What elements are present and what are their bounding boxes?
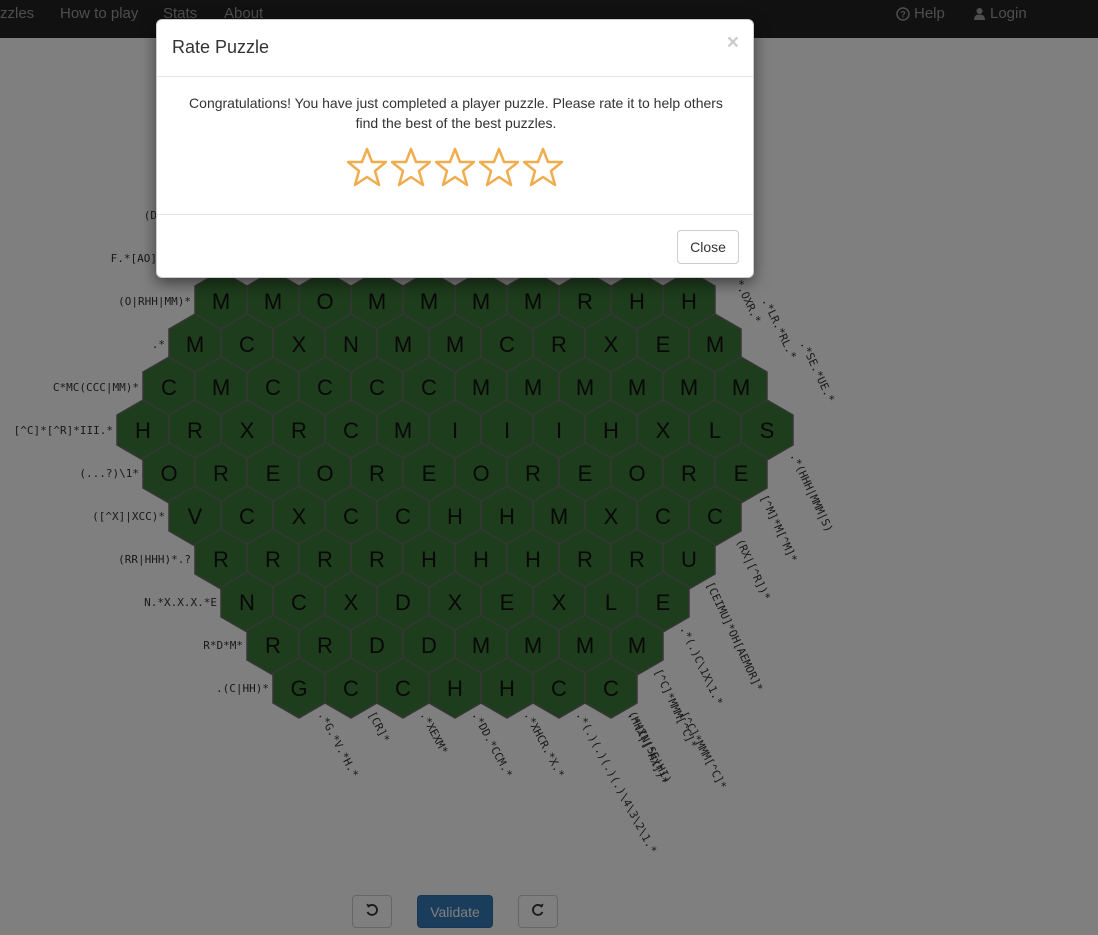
- rate-puzzle-dialog: Rate Puzzle × Congratulations! You have …: [156, 19, 754, 278]
- star-icon[interactable]: [435, 147, 475, 187]
- star-icon[interactable]: [391, 147, 431, 187]
- modal-message: Congratulations! You have just completed…: [189, 95, 723, 131]
- modal-header: Rate Puzzle ×: [157, 20, 753, 77]
- close-button[interactable]: Close: [677, 230, 739, 264]
- star-icon[interactable]: [347, 147, 387, 187]
- close-icon[interactable]: ×: [727, 32, 739, 53]
- modal-body: Congratulations! You have just completed…: [157, 77, 753, 214]
- modal-title: Rate Puzzle: [172, 37, 270, 57]
- star-icon[interactable]: [523, 147, 563, 187]
- star-rating: [157, 147, 753, 187]
- star-icon[interactable]: [479, 147, 519, 187]
- modal-footer: Close: [157, 214, 753, 279]
